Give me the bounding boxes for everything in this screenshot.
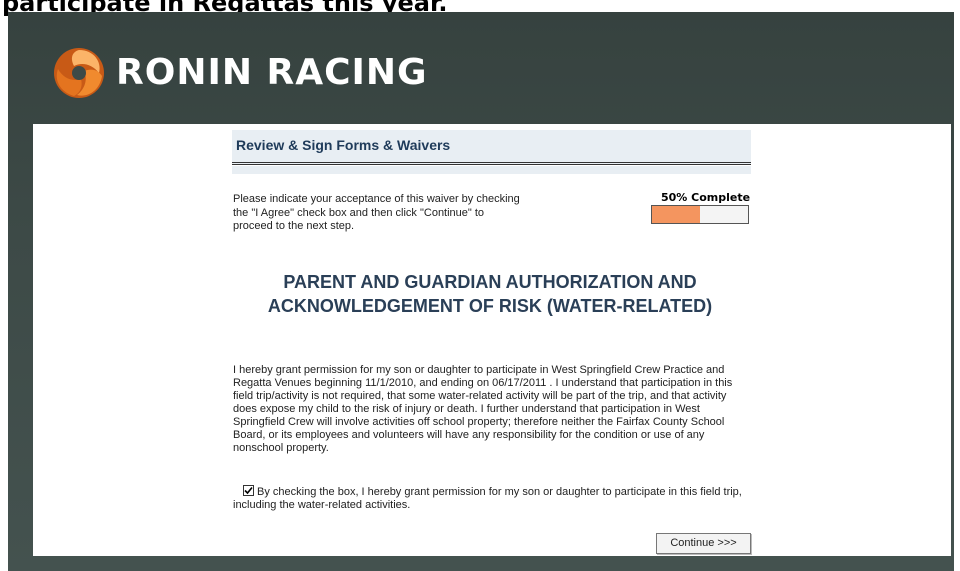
checkmark-icon [244, 486, 253, 495]
continue-button[interactable]: Continue >>> [656, 533, 751, 554]
progress-bar [651, 205, 749, 224]
header-divider [232, 166, 751, 174]
agree-label: By checking the box, I hereby grant perm… [233, 486, 742, 511]
waiver-title-line: PARENT AND GUARDIAN AUTHORIZATION AND [283, 272, 697, 292]
waiver-title-line: ACKNOWLEDGEMENT OF RISK (WATER-RELATED) [267, 296, 713, 316]
form-header: Review & Sign Forms & Waivers [232, 130, 751, 165]
waiver-body-text: I hereby grant permission for my son or … [233, 364, 733, 454]
form-title: Review & Sign Forms & Waivers [236, 137, 451, 153]
instructions-text: Please indicate your acceptance of this … [233, 193, 520, 232]
agree-checkbox[interactable] [243, 485, 254, 496]
progress-fill [652, 206, 700, 223]
swirl-logo-icon [54, 48, 104, 98]
brand-logo[interactable]: RONIN RACING [52, 46, 428, 100]
progress-label: 50% Complete [661, 191, 751, 204]
agree-row: By checking the box, I hereby grant perm… [233, 485, 753, 512]
brand-name: RONIN RACING [116, 52, 428, 93]
waiver-title: PARENT AND GUARDIAN AUTHORIZATION AND AC… [240, 270, 740, 318]
